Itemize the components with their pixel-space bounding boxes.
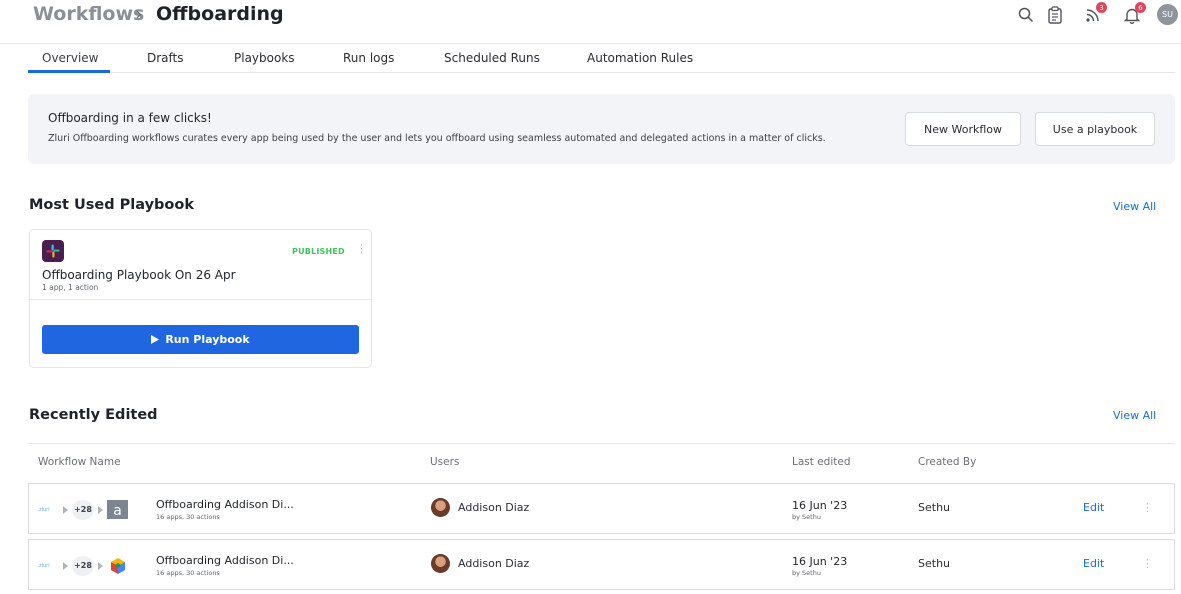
- intro-banner: Offboarding in a few clicks! Zluri Offbo…: [28, 94, 1175, 164]
- banner-title: Offboarding in a few clicks!: [48, 111, 212, 125]
- cube-logo-icon: [107, 555, 128, 576]
- banner-description: Zluri Offboarding workflows curates ever…: [48, 133, 826, 144]
- breadcrumb-workflows[interactable]: Workflows: [33, 3, 144, 25]
- user-avatar: [431, 554, 450, 573]
- chevron-right-icon: [98, 561, 103, 570]
- workflow-name[interactable]: Offboarding Addison Di...: [156, 498, 294, 511]
- more-apps-count: +28: [72, 499, 94, 520]
- bell-icon[interactable]: 6: [1122, 2, 1146, 25]
- last-edited-date: 16 Jun '23: [792, 555, 848, 568]
- table-row[interactable]: zluri +28 Offboarding Addison Di... 16 a…: [28, 539, 1175, 590]
- status-badge: PUBLISHED: [292, 247, 345, 256]
- user-avatar: [431, 498, 450, 517]
- tab-drafts[interactable]: Drafts: [147, 51, 184, 65]
- edit-link[interactable]: Edit: [1083, 557, 1104, 570]
- most-used-view-all-link[interactable]: View All: [1113, 200, 1156, 213]
- last-edited-by: by Sethu: [792, 569, 821, 577]
- more-apps-count: +28: [72, 555, 94, 576]
- use-playbook-button[interactable]: Use a playbook: [1035, 112, 1155, 146]
- most-used-title: Most Used Playbook: [29, 197, 195, 213]
- app-strip: zluri +28 a: [39, 499, 128, 520]
- created-by: Sethu: [918, 557, 951, 570]
- card-divider: [30, 299, 371, 300]
- recently-edited-title: Recently Edited: [29, 407, 158, 423]
- zluri-logo: zluri: [39, 506, 50, 513]
- row-kebab-icon[interactable]: ⋮: [1142, 502, 1153, 513]
- zluri-logo: zluri: [39, 562, 50, 569]
- workflow-name[interactable]: Offboarding Addison Di...: [156, 554, 294, 567]
- column-workflow-name: Workflow Name: [38, 456, 121, 468]
- column-users: Users: [430, 456, 460, 468]
- tab-playbooks[interactable]: Playbooks: [234, 51, 295, 65]
- tab-overview[interactable]: Overview: [42, 51, 99, 65]
- search-icon[interactable]: [1016, 5, 1036, 25]
- playbook-card[interactable]: PUBLISHED ⋮ Offboarding Playbook On 26 A…: [29, 229, 372, 368]
- tab-automation-rules[interactable]: Automation Rules: [587, 51, 693, 65]
- feed-badge: 3: [1096, 2, 1107, 13]
- feed-icon[interactable]: 3: [1083, 2, 1107, 25]
- chevron-right-icon: [98, 505, 103, 514]
- active-tab-indicator: [28, 70, 110, 73]
- top-header: Workflows › Offboarding 3 6 SU: [0, 0, 1181, 44]
- run-playbook-button[interactable]: Run Playbook: [42, 325, 359, 354]
- table-row[interactable]: zluri +28 a Offboarding Addison Di... 16…: [28, 483, 1175, 534]
- chevron-right-icon: [63, 561, 68, 570]
- card-kebab-icon[interactable]: ⋮: [356, 243, 367, 254]
- created-by: Sethu: [918, 501, 951, 514]
- clipboard-icon[interactable]: [1045, 5, 1065, 25]
- column-created-by: Created By: [918, 456, 977, 468]
- play-icon: [151, 335, 160, 344]
- run-playbook-label: Run Playbook: [165, 333, 250, 346]
- tab-bar: Overview Drafts Playbooks Run logs Sched…: [28, 44, 1175, 73]
- playbook-name: Offboarding Playbook On 26 Apr: [42, 268, 236, 282]
- letter-a-icon: a: [107, 499, 128, 520]
- last-edited-by: by Sethu: [792, 513, 821, 521]
- row-kebab-icon[interactable]: ⋮: [1142, 558, 1153, 569]
- bell-badge: 6: [1135, 2, 1146, 13]
- tab-scheduled-runs[interactable]: Scheduled Runs: [444, 51, 540, 65]
- app-strip: zluri +28: [39, 555, 128, 576]
- avatar[interactable]: SU: [1157, 4, 1178, 25]
- slack-icon: [42, 240, 64, 262]
- edit-link[interactable]: Edit: [1083, 501, 1104, 514]
- tab-run-logs[interactable]: Run logs: [343, 51, 394, 65]
- page-title: Offboarding: [156, 3, 284, 25]
- chevron-right-icon: [63, 505, 68, 514]
- user-name: Addison Diaz: [458, 557, 530, 570]
- workflow-meta: 16 apps, 30 actions: [156, 569, 220, 577]
- svg-text:a: a: [113, 503, 122, 519]
- playbook-meta: 1 app, 1 action: [42, 283, 99, 292]
- breadcrumb-separator: ›: [135, 3, 143, 25]
- user-name: Addison Diaz: [458, 501, 530, 514]
- recently-edited-view-all-link[interactable]: View All: [1113, 409, 1156, 422]
- new-workflow-button[interactable]: New Workflow: [905, 112, 1021, 146]
- table-header: Workflow Name Users Last edited Created …: [28, 443, 1175, 481]
- workflow-meta: 16 apps, 30 actions: [156, 513, 220, 521]
- last-edited-date: 16 Jun '23: [792, 499, 848, 512]
- column-last-edited: Last edited: [792, 456, 851, 468]
